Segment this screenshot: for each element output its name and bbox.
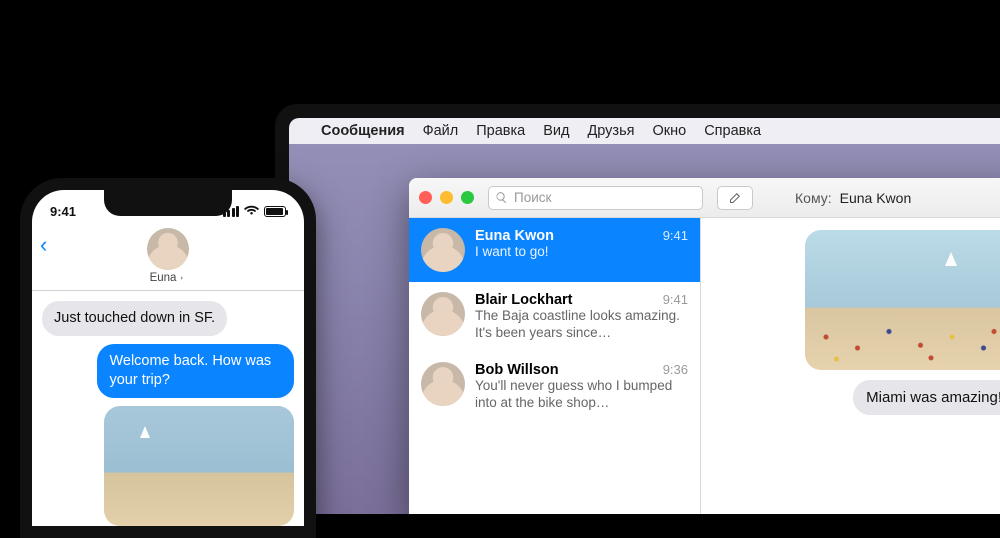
iphone-screen: 9:41 ‹ Euna Just touched down in SF. Wel… xyxy=(32,190,304,526)
menu-file[interactable]: Файл xyxy=(423,123,459,139)
menu-edit[interactable]: Правка xyxy=(476,123,525,139)
menu-window[interactable]: Окно xyxy=(652,123,686,139)
to-label: Кому: xyxy=(795,190,832,206)
avatar xyxy=(421,292,465,336)
outgoing-message: Welcome back. How was your trip? xyxy=(97,344,294,398)
conversation-preview: I want to go! xyxy=(475,244,688,261)
outgoing-text-message: Miami was amazing! xyxy=(853,380,1000,415)
conversation-list: Euna Kwon 9:41 I want to go! Blair Lockh… xyxy=(409,218,701,514)
conversation-item[interactable]: Bob Willson 9:36 You'll never guess who … xyxy=(409,352,700,422)
avatar xyxy=(421,362,465,406)
contact-name[interactable]: Euna xyxy=(150,272,187,284)
menu-buddies[interactable]: Друзья xyxy=(587,123,634,139)
status-time: 9:41 xyxy=(50,204,76,219)
menu-help[interactable]: Справка xyxy=(704,123,761,139)
back-button[interactable]: ‹ xyxy=(40,232,47,258)
outgoing-image-message[interactable] xyxy=(805,230,1000,370)
wifi-icon xyxy=(244,202,259,220)
zoom-button[interactable] xyxy=(461,191,474,204)
menubar-app-name[interactable]: Сообщения xyxy=(321,123,405,139)
contact-avatar[interactable] xyxy=(147,228,189,270)
conversation-preview: The Baja coastline looks amazing. It's b… xyxy=(475,308,688,342)
compose-button[interactable] xyxy=(717,186,753,210)
conversation-time: 9:41 xyxy=(663,228,688,243)
window-traffic-lights xyxy=(419,191,474,204)
chevron-right-icon xyxy=(178,274,186,282)
minimize-button[interactable] xyxy=(440,191,453,204)
iphone-notch xyxy=(104,190,232,216)
conversation-item[interactable]: Euna Kwon 9:41 I want to go! xyxy=(409,218,700,282)
ios-chat-header: ‹ Euna xyxy=(32,226,304,291)
conversation-name: Bob Willson xyxy=(475,362,559,378)
compose-icon xyxy=(728,190,743,205)
conversation-time: 9:41 xyxy=(663,292,688,307)
iphone-frame: 9:41 ‹ Euna Just touched down in SF. Wel… xyxy=(20,178,316,538)
search-icon xyxy=(495,191,508,204)
close-button[interactable] xyxy=(419,191,432,204)
ios-message-thread[interactable]: Just touched down in SF. Welcome back. H… xyxy=(32,291,304,526)
mac-display-frame: Сообщения Файл Правка Вид Друзья Окно Сп… xyxy=(275,104,1000,514)
avatar xyxy=(421,228,465,272)
messages-window: Поиск Кому: Euna Kwon Euna Kwon xyxy=(409,178,1000,514)
conversation-name: Blair Lockhart xyxy=(475,292,573,308)
contact-name-label: Euna xyxy=(150,272,177,284)
incoming-message: Just touched down in SF. xyxy=(42,301,227,336)
search-placeholder: Поиск xyxy=(514,190,551,205)
to-value[interactable]: Euna Kwon xyxy=(840,190,912,206)
chat-pane: Miami was amazing! xyxy=(701,218,1000,514)
menu-view[interactable]: Вид xyxy=(543,123,569,139)
mac-desktop: Сообщения Файл Правка Вид Друзья Окно Сп… xyxy=(289,118,1000,514)
window-titlebar: Поиск Кому: Euna Kwon xyxy=(409,178,1000,218)
search-input[interactable]: Поиск xyxy=(488,186,703,210)
conversation-preview: You'll never guess who I bumped into at … xyxy=(475,378,688,412)
to-field: Кому: Euna Kwon xyxy=(795,190,911,206)
battery-icon xyxy=(264,206,286,217)
mac-menubar: Сообщения Файл Правка Вид Друзья Окно Сп… xyxy=(289,118,1000,144)
conversation-name: Euna Kwon xyxy=(475,228,554,244)
conversation-item[interactable]: Blair Lockhart 9:41 The Baja coastline l… xyxy=(409,282,700,352)
conversation-time: 9:36 xyxy=(663,362,688,377)
